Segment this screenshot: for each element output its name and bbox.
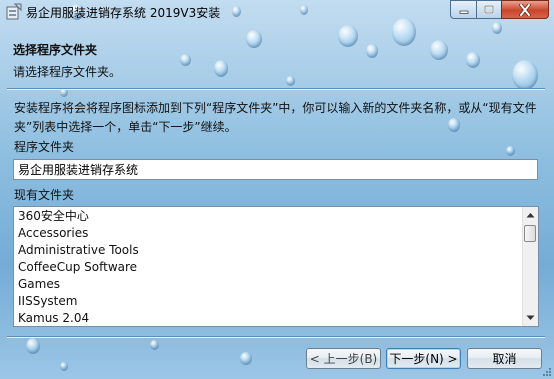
window-title: 易企用服装进销存系统 2019V3安装 (26, 6, 221, 20)
droplet-decoration (150, 340, 159, 350)
droplet-decoration (506, 146, 515, 156)
installer-window: 易企用服装进销存系统 2019V3安装 选择程序文件夹 请选择程序文件夹。 安装… (0, 0, 554, 379)
footer-divider (7, 336, 545, 338)
existing-folders-list[interactable]: 360安全中心 Accessories Administrative Tools Co… (13, 206, 539, 327)
existing-folders-items: 360安全中心 Accessories Administrative Tools Co… (14, 208, 523, 326)
minimize-button[interactable] (450, 0, 477, 19)
chevron-down-icon (526, 315, 535, 320)
list-item[interactable]: Games (14, 276, 523, 293)
program-folder-input[interactable] (13, 159, 538, 180)
installer-app-icon (6, 3, 22, 20)
header-title: 选择程序文件夹 (13, 43, 98, 57)
program-folder-label: 程序文件夹 (14, 140, 75, 154)
existing-folders-label: 现有文件夹 (14, 188, 75, 202)
wizard-header: 选择程序文件夹 请选择程序文件夹。 (7, 36, 545, 86)
resize-grip-icon[interactable] (542, 367, 552, 377)
droplet-decoration (240, 352, 252, 365)
title-bar[interactable]: 易企用服装进销存系统 2019V3安装 (0, 0, 554, 24)
maximize-button[interactable] (476, 0, 502, 19)
close-icon (519, 3, 531, 16)
list-item[interactable]: IISSystem (14, 293, 523, 310)
list-item[interactable]: 360安全中心 (14, 208, 523, 225)
list-item[interactable]: Accessories (14, 225, 523, 242)
chevron-up-icon (526, 213, 535, 218)
scrollbar-thumb[interactable] (524, 225, 536, 242)
list-item[interactable]: Kamus 2.04 (14, 310, 523, 326)
header-subtitle: 请选择程序文件夹。 (13, 65, 122, 79)
scroll-down-button[interactable] (523, 310, 538, 326)
close-button[interactable] (501, 0, 549, 19)
back-button[interactable]: < 上一步(B) (306, 348, 381, 369)
droplet-decoration (60, 362, 68, 371)
list-item[interactable]: CoffeeCup Software (14, 259, 523, 276)
droplet-decoration (26, 338, 40, 354)
maximize-icon (484, 4, 494, 14)
minimize-icon (459, 10, 468, 14)
instruction-text: 安装程序将会将程序图标添加到下列“程序文件夹”中，你可以输入新的文件夹名称，或从… (14, 101, 537, 134)
next-button[interactable]: 下一步(N) > (386, 348, 461, 369)
scroll-up-button[interactable] (523, 207, 538, 223)
list-item[interactable]: Administrative Tools (14, 242, 523, 259)
list-scrollbar[interactable] (522, 207, 538, 326)
cancel-button[interactable]: 取消 (467, 348, 542, 369)
header-divider (7, 88, 545, 90)
